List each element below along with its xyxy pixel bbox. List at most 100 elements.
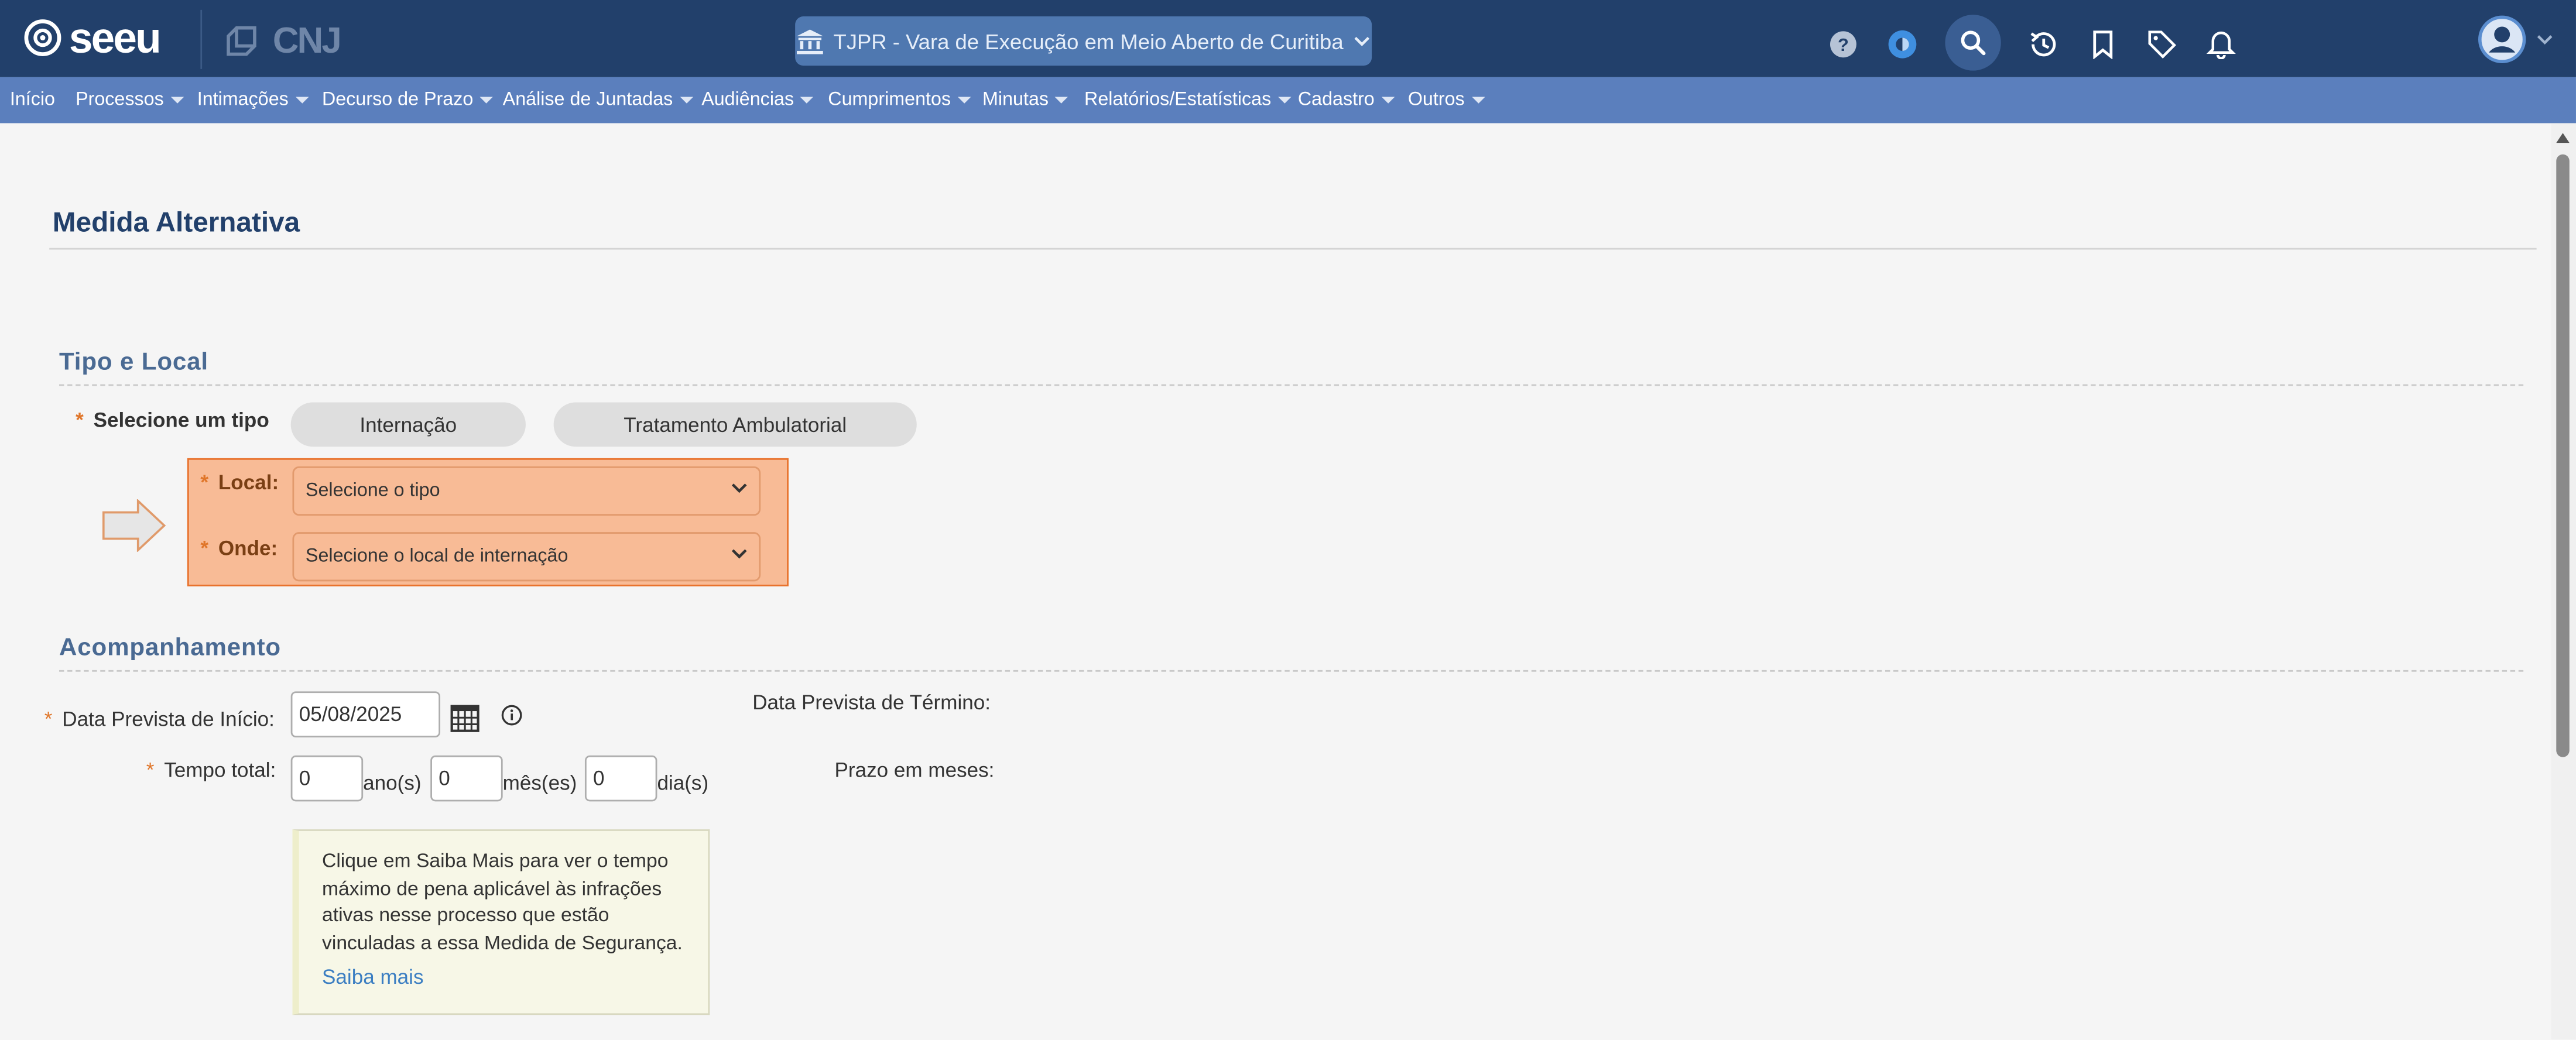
info-icon[interactable] [501,705,522,726]
nav-item-audiencias[interactable]: Audiências [701,77,814,123]
section-divider [59,384,2524,386]
caret-down-icon [957,97,971,104]
years-input[interactable]: 0 [290,755,364,802]
nav-item-processos[interactable]: Processos [76,77,184,123]
months-unit: mês(es) [502,771,577,795]
nav-item-label: Outros [1407,90,1465,111]
title-divider [49,248,2537,250]
nav-item-label: Decurso de Prazo [321,90,474,111]
seeu-logo-icon [24,19,61,56]
court-selector-label: TJPR - Vara de Execução em Meio Aberto d… [833,29,1344,54]
local-highlight-box: * Local: Selecione o tipo * Onde: Selecion… [187,458,789,586]
courthouse-icon [797,29,824,54]
info-note: Clique em Saiba Mais para ver o tempo má… [292,829,710,1015]
tag-button[interactable] [2146,27,2178,60]
caret-down-icon [1055,97,1068,104]
local-label-text: Local: [218,471,279,495]
nav-item-label: Relatórios/Estatísticas [1084,90,1272,111]
search-icon [1961,30,1986,56]
end-date-label: Data Prevista de Término: [752,691,991,715]
required-mark: * [76,409,84,433]
caret-down-icon [1471,97,1485,104]
nav-item-label: Processos [76,90,164,111]
tratamento-ambulatorial-button[interactable]: Tratamento Ambulatorial [553,402,917,447]
top-header: seeu CNJ TJPR - Vara de Execução em Meio… [0,0,2576,77]
caret-down-icon [679,97,693,104]
local-select-value: Selecione o tipo [305,481,440,501]
cnj-logo: CNJ [224,19,342,63]
court-selector[interactable]: TJPR - Vara de Execução em Meio Aberto d… [795,16,1372,66]
nav-item-label: Audiências [701,90,794,111]
scroll-up-arrow-icon[interactable] [2556,133,2570,143]
onde-select-value: Selecione o local de internação [305,547,568,567]
start-date-input[interactable]: 05/08/2025 [290,691,441,737]
required-mark: * [200,471,209,495]
required-mark: * [146,758,155,782]
years-unit: ano(s) [363,771,422,795]
nav-item-minutas[interactable]: Minutas [982,77,1068,123]
caret-down-icon [1381,97,1395,104]
page-scrollbar[interactable] [2551,123,2576,1040]
chevron-down-icon [731,549,747,559]
nav-item-cadastro[interactable]: Cadastro [1298,77,1395,123]
calendar-icon[interactable] [450,705,480,733]
nav-item-cumprimentos[interactable]: Cumprimentos [828,77,971,123]
nav-item-decurso-de-prazo[interactable]: Decurso de Prazo [322,77,493,123]
cnj-logo-text: CNJ [272,19,342,61]
history-button[interactable] [2027,27,2060,60]
start-date-label: * Data Prevista de Início: [44,708,275,730]
internacao-button[interactable]: Internação [290,402,526,447]
nav-item-inicio[interactable]: Início [10,77,55,123]
page-title: Medida Alternativa [52,207,300,238]
svg-text:?: ? [1838,34,1849,54]
theme-toggle-button[interactable] [1886,27,1919,60]
saiba-mais-link[interactable]: Saiba mais [322,966,424,988]
header-actions: ? [1827,15,2263,71]
header-divider [200,9,203,69]
user-menu[interactable] [2478,15,2553,64]
nav-item-relatorios[interactable]: Relatórios/Estatísticas [1084,77,1291,123]
nav-item-label: Cadastro [1297,90,1375,111]
seeu-logo-text: seeu [68,13,162,63]
start-date-label-text: Data Prevista de Início: [62,708,275,731]
days-input[interactable]: 0 [584,755,657,802]
local-select[interactable]: Selecione o tipo [292,466,761,516]
onde-select[interactable]: Selecione o local de internação [292,532,761,582]
help-button[interactable]: ? [1827,27,1859,60]
chevron-down-icon [2537,34,2553,44]
caret-down-icon [800,97,814,104]
notifications-button[interactable] [2205,27,2238,60]
bell-icon [2206,31,2236,60]
onde-label-text: Onde: [218,537,278,560]
bookmark-button[interactable] [2087,27,2119,60]
nav-item-analise-de-juntadas[interactable]: Análise de Juntadas [503,77,693,123]
onde-label: * Onde: [200,537,278,560]
nav-item-intimacoes[interactable]: Intimações [197,77,309,123]
pointer-arrow-icon [102,499,166,552]
nav-item-label: Análise de Juntadas [502,90,673,111]
section-title-tipo-local: Tipo e Local [59,348,208,376]
chevron-down-icon [731,483,747,493]
months-input[interactable]: 0 [430,755,503,802]
days-unit: dia(s) [657,771,709,795]
caret-down-icon [295,97,309,104]
total-time-label-text: Tempo total: [164,758,276,782]
caret-down-icon [1277,97,1291,104]
required-mark: * [44,708,53,731]
search-button[interactable] [1945,15,2001,71]
required-mark: * [200,537,209,560]
user-icon [2478,15,2526,64]
nav-item-label: Intimações [197,90,289,111]
bookmark-icon [2093,29,2113,59]
section-divider [59,670,2524,672]
scrollbar-thumb[interactable] [2556,154,2570,757]
info-note-text: Clique em Saiba Mais para ver o tempo má… [321,849,683,953]
nav-item-label: Início [9,90,56,111]
months-term-label: Prazo em meses: [834,758,995,782]
help-icon: ? [1830,30,1856,57]
select-type-label: * Selecione um tipo [76,409,269,432]
seeu-logo[interactable]: seeu [23,13,162,63]
main-nav: Início Processos Intimações Decurso de P… [0,77,2576,123]
cnj-emblem-icon [227,26,256,56]
nav-item-outros[interactable]: Outros [1408,77,1485,123]
